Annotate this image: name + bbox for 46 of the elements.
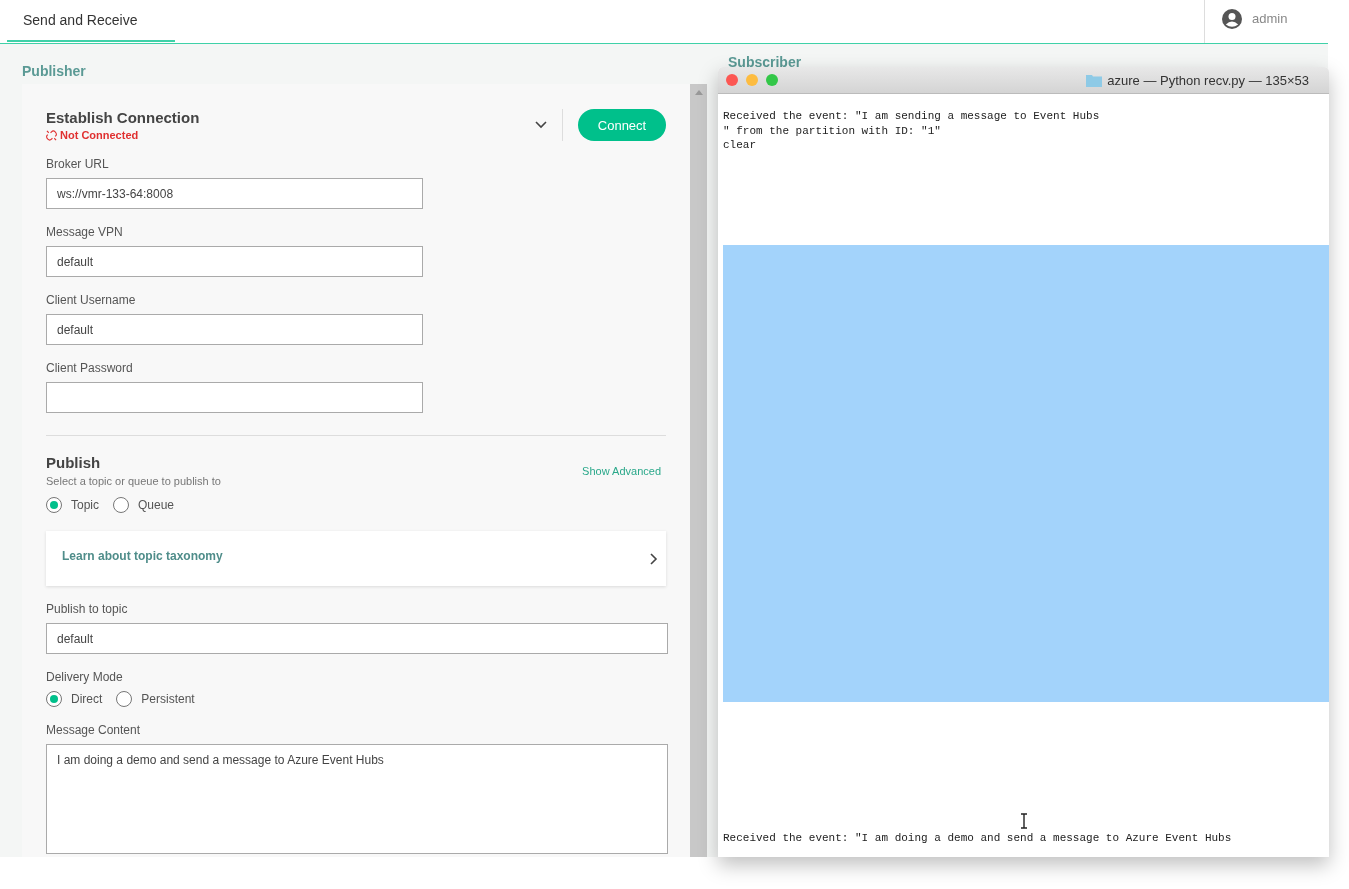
- field-label: Broker URL: [46, 157, 110, 171]
- field-label: Message VPN: [46, 225, 124, 239]
- maximize-icon[interactable]: [766, 74, 778, 86]
- tab[interactable]: Send and Receive: [7, 0, 175, 42]
- user-avatar-icon: [1222, 8, 1242, 29]
- minimize-icon[interactable]: [746, 74, 758, 86]
- chevron-down-icon[interactable]: [535, 121, 547, 129]
- radio-button[interactable]: [46, 691, 62, 707]
- field-label: Client Password: [46, 361, 134, 375]
- text-cursor-icon: [1020, 813, 1028, 829]
- terminal-line: clear: [723, 138, 757, 153]
- field-label: Client Username: [46, 293, 137, 307]
- input-field[interactable]: default: [46, 314, 423, 345]
- close-icon[interactable]: [726, 74, 738, 86]
- radio-label: Topic: [71, 498, 99, 512]
- input-field[interactable]: default: [46, 246, 423, 277]
- taxonomy-link-card[interactable]: Learn about topic taxonomy: [46, 531, 666, 586]
- terminal-line: " from the partition with ID: "1": [723, 123, 942, 138]
- section-subtitle: Select a topic or queue to publish to: [46, 475, 221, 487]
- user-name[interactable]: admin: [1252, 11, 1288, 26]
- section-title: Subscriber: [728, 53, 802, 72]
- broken-link-icon: [46, 129, 57, 141]
- message-textarea[interactable]: I am doing a demo and send a message to Azure Event Hubs: [46, 744, 668, 854]
- scrollbar[interactable]: [690, 84, 707, 857]
- radio-button[interactable]: [113, 497, 129, 513]
- terminal-line: Received the event: "I am doing a demo and send a message to Azure Event Hubs: [723, 830, 1233, 845]
- input-field[interactable]: [46, 382, 423, 413]
- folder-icon: [1086, 73, 1103, 87]
- section-heading: Establish Connection: [46, 109, 200, 126]
- input-field[interactable]: ws://vmr-133-64:8008: [46, 178, 423, 209]
- section-title: Publisher: [22, 62, 87, 81]
- radio-label: Queue: [138, 498, 175, 512]
- radio-button[interactable]: [46, 497, 62, 513]
- scroll-up-icon[interactable]: [694, 90, 703, 95]
- chevron-right-icon: [650, 552, 658, 565]
- field-label: Message Content: [46, 723, 142, 737]
- field-label: Publish to topic: [46, 602, 129, 616]
- radio-label: Direct: [71, 692, 103, 706]
- radio-label: Persistent: [141, 692, 195, 706]
- input-field[interactable]: default: [46, 623, 668, 654]
- window-title: azure — Python recv.py — 135×53: [1107, 72, 1309, 88]
- field-label: Delivery Mode: [46, 670, 124, 684]
- radio-button[interactable]: [116, 691, 133, 707]
- connection-status: Not Connected: [60, 129, 139, 141]
- terminal-line: Received the event: "I am sending a message to Event Hubs: [723, 109, 1101, 124]
- section-heading: Publish: [46, 454, 102, 471]
